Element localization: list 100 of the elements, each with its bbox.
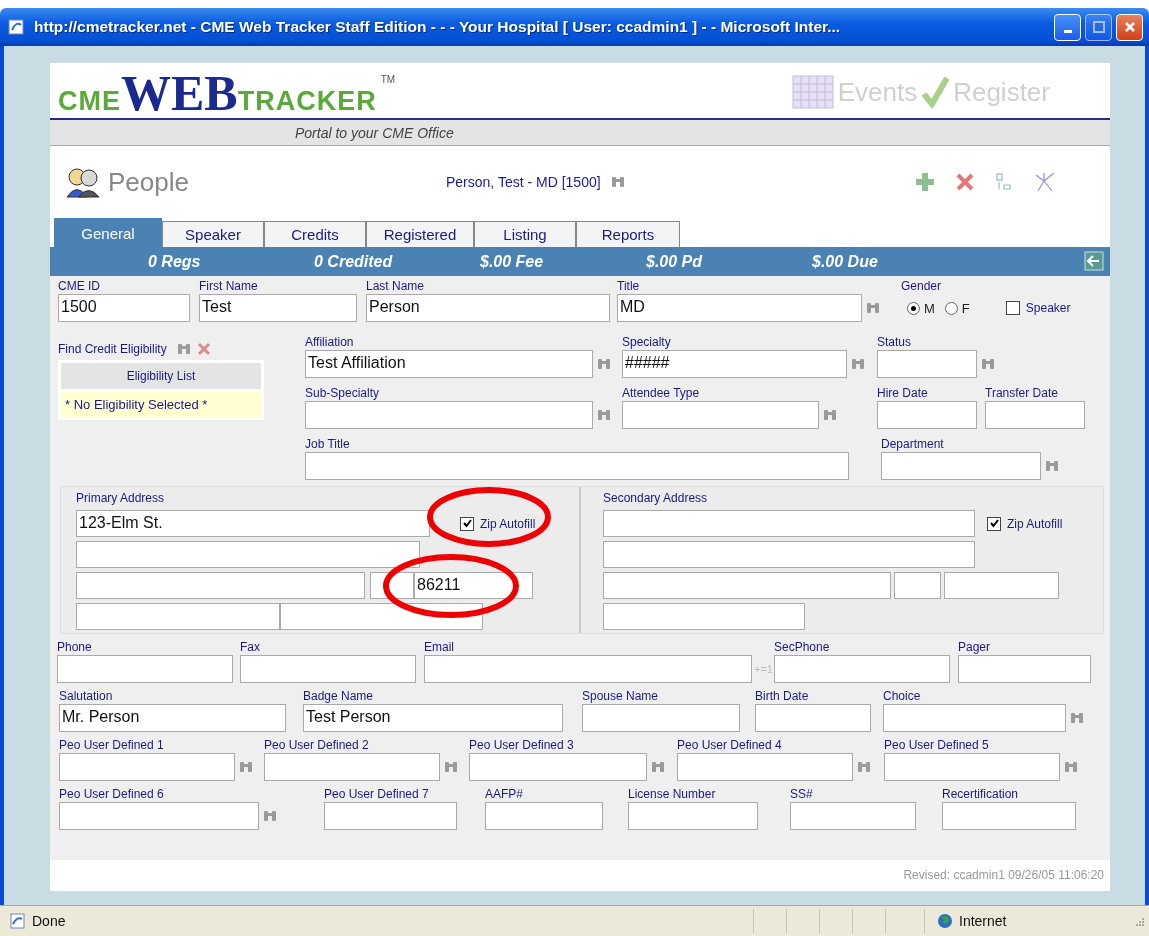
checkbox[interactable] bbox=[1005, 301, 1020, 315]
text-field[interactable] bbox=[76, 603, 280, 630]
checkbox[interactable] bbox=[987, 516, 1001, 531]
tab[interactable]: Registered bbox=[366, 221, 474, 247]
text-field[interactable] bbox=[264, 753, 440, 781]
text-field[interactable] bbox=[894, 572, 941, 599]
field-label: Fax bbox=[240, 640, 261, 655]
text-field[interactable] bbox=[76, 572, 365, 599]
text-field[interactable] bbox=[877, 350, 977, 378]
text-field[interactable]: Person bbox=[366, 294, 610, 322]
text-field[interactable] bbox=[324, 802, 457, 830]
binoculars-icon[interactable] bbox=[1070, 712, 1084, 724]
tab[interactable]: Credits bbox=[264, 221, 366, 247]
checkbox[interactable] bbox=[460, 516, 474, 531]
field-label: Status bbox=[877, 335, 913, 350]
text-field[interactable] bbox=[773, 655, 950, 683]
text-field[interactable] bbox=[755, 704, 871, 732]
maximize-button[interactable] bbox=[1085, 13, 1112, 41]
binoculars-icon[interactable] bbox=[651, 761, 665, 773]
delete-icon[interactable] bbox=[956, 173, 974, 191]
binoculars-icon[interactable] bbox=[1064, 761, 1078, 773]
tab[interactable]: Speaker bbox=[162, 221, 264, 247]
text-field[interactable] bbox=[622, 401, 819, 429]
checkbox-label: Zip Autofill bbox=[1007, 516, 1063, 531]
text-field[interactable] bbox=[582, 704, 740, 732]
delete-icon[interactable] bbox=[196, 342, 211, 356]
binoculars-icon[interactable] bbox=[239, 761, 253, 773]
add-icon[interactable] bbox=[916, 173, 934, 191]
field-label: AAFP# bbox=[485, 787, 524, 802]
text-field[interactable] bbox=[424, 655, 752, 683]
text-field[interactable] bbox=[884, 753, 1060, 781]
radio-button[interactable] bbox=[907, 301, 920, 315]
minimize-button[interactable] bbox=[1054, 13, 1081, 41]
page-icon bbox=[8, 19, 26, 35]
text-field[interactable] bbox=[985, 401, 1085, 429]
check-mark-icon bbox=[921, 76, 950, 108]
find-eligibility-label: Find Credit Eligibility bbox=[58, 342, 167, 356]
text-field[interactable] bbox=[469, 753, 647, 781]
close-button[interactable] bbox=[1116, 13, 1143, 41]
tab[interactable]: Reports bbox=[576, 221, 680, 247]
text-field[interactable]: ##### bbox=[622, 350, 847, 378]
text-field[interactable] bbox=[59, 802, 259, 830]
text-field[interactable] bbox=[944, 572, 1059, 599]
text-field[interactable]: 1500 bbox=[58, 294, 190, 322]
text-field[interactable]: MD bbox=[617, 294, 862, 322]
text-field[interactable]: Mr. Person bbox=[59, 704, 286, 732]
text-field[interactable] bbox=[240, 655, 416, 683]
field-label: Phone bbox=[57, 640, 93, 655]
text-field[interactable] bbox=[603, 510, 975, 537]
radio-button[interactable] bbox=[944, 301, 958, 315]
binoculars-icon[interactable] bbox=[866, 302, 880, 314]
binoculars-icon[interactable] bbox=[444, 761, 458, 773]
text-field[interactable]: 123-Elm St. bbox=[76, 510, 430, 537]
binoculars-icon[interactable] bbox=[263, 810, 277, 822]
field-label: Peo User Defined 4 bbox=[677, 738, 783, 753]
field-label: Email bbox=[424, 640, 455, 655]
binoculars-icon[interactable] bbox=[597, 409, 611, 421]
text-field[interactable] bbox=[790, 802, 916, 830]
zip-field[interactable]: 86211 bbox=[414, 572, 533, 599]
binoculars-icon[interactable] bbox=[610, 176, 625, 188]
logo: CMEWEBTRACKER TM bbox=[58, 68, 396, 118]
tab[interactable]: General bbox=[54, 218, 162, 247]
field-label: Choice bbox=[883, 689, 922, 704]
field-label: Recertification bbox=[942, 787, 1020, 802]
text-field[interactable] bbox=[305, 401, 593, 429]
text-field[interactable] bbox=[305, 452, 849, 480]
binoculars-icon[interactable] bbox=[857, 761, 871, 773]
binoculars-icon[interactable] bbox=[1045, 460, 1059, 472]
text-field[interactable] bbox=[877, 401, 977, 429]
text-field[interactable] bbox=[881, 452, 1041, 480]
text-field[interactable] bbox=[603, 572, 891, 599]
tab[interactable]: Listing bbox=[474, 221, 576, 247]
binoculars-icon[interactable] bbox=[597, 358, 611, 370]
text-field[interactable] bbox=[942, 802, 1076, 830]
text-field[interactable] bbox=[957, 655, 1091, 683]
globe-icon bbox=[937, 913, 953, 929]
binoculars-icon[interactable] bbox=[823, 409, 837, 421]
text-field[interactable] bbox=[76, 541, 420, 568]
text-field[interactable] bbox=[57, 655, 233, 683]
field-label: License Number bbox=[628, 787, 717, 802]
window-title: http://cmetracker.net - CME Web Tracker Staff Edition - - - Your Hospital [ User: ccadmin1 ] - - Microsoft Inter... bbox=[34, 18, 842, 36]
resize-grip-icon[interactable] bbox=[1133, 915, 1145, 927]
text-field[interactable] bbox=[59, 753, 235, 781]
text-field[interactable] bbox=[280, 603, 483, 630]
text-field[interactable] bbox=[603, 603, 805, 630]
text-field[interactable]: Test Person bbox=[303, 704, 563, 732]
binoculars-icon[interactable] bbox=[176, 343, 191, 355]
field-label: Peo User Defined 6 bbox=[59, 787, 165, 802]
text-field[interactable]: Test Affiliation bbox=[305, 350, 593, 378]
text-field[interactable] bbox=[677, 753, 853, 781]
text-field[interactable] bbox=[603, 541, 975, 568]
calendar-icon[interactable] bbox=[791, 75, 834, 109]
text-field[interactable] bbox=[883, 704, 1066, 732]
field-label: Pager bbox=[957, 640, 991, 655]
field-label: Secondary Address bbox=[603, 491, 709, 506]
binoculars-icon[interactable] bbox=[851, 358, 865, 370]
text-field[interactable]: Test bbox=[199, 294, 357, 322]
binoculars-icon[interactable] bbox=[981, 358, 995, 370]
text-field[interactable] bbox=[628, 802, 758, 830]
text-field[interactable] bbox=[485, 802, 603, 830]
